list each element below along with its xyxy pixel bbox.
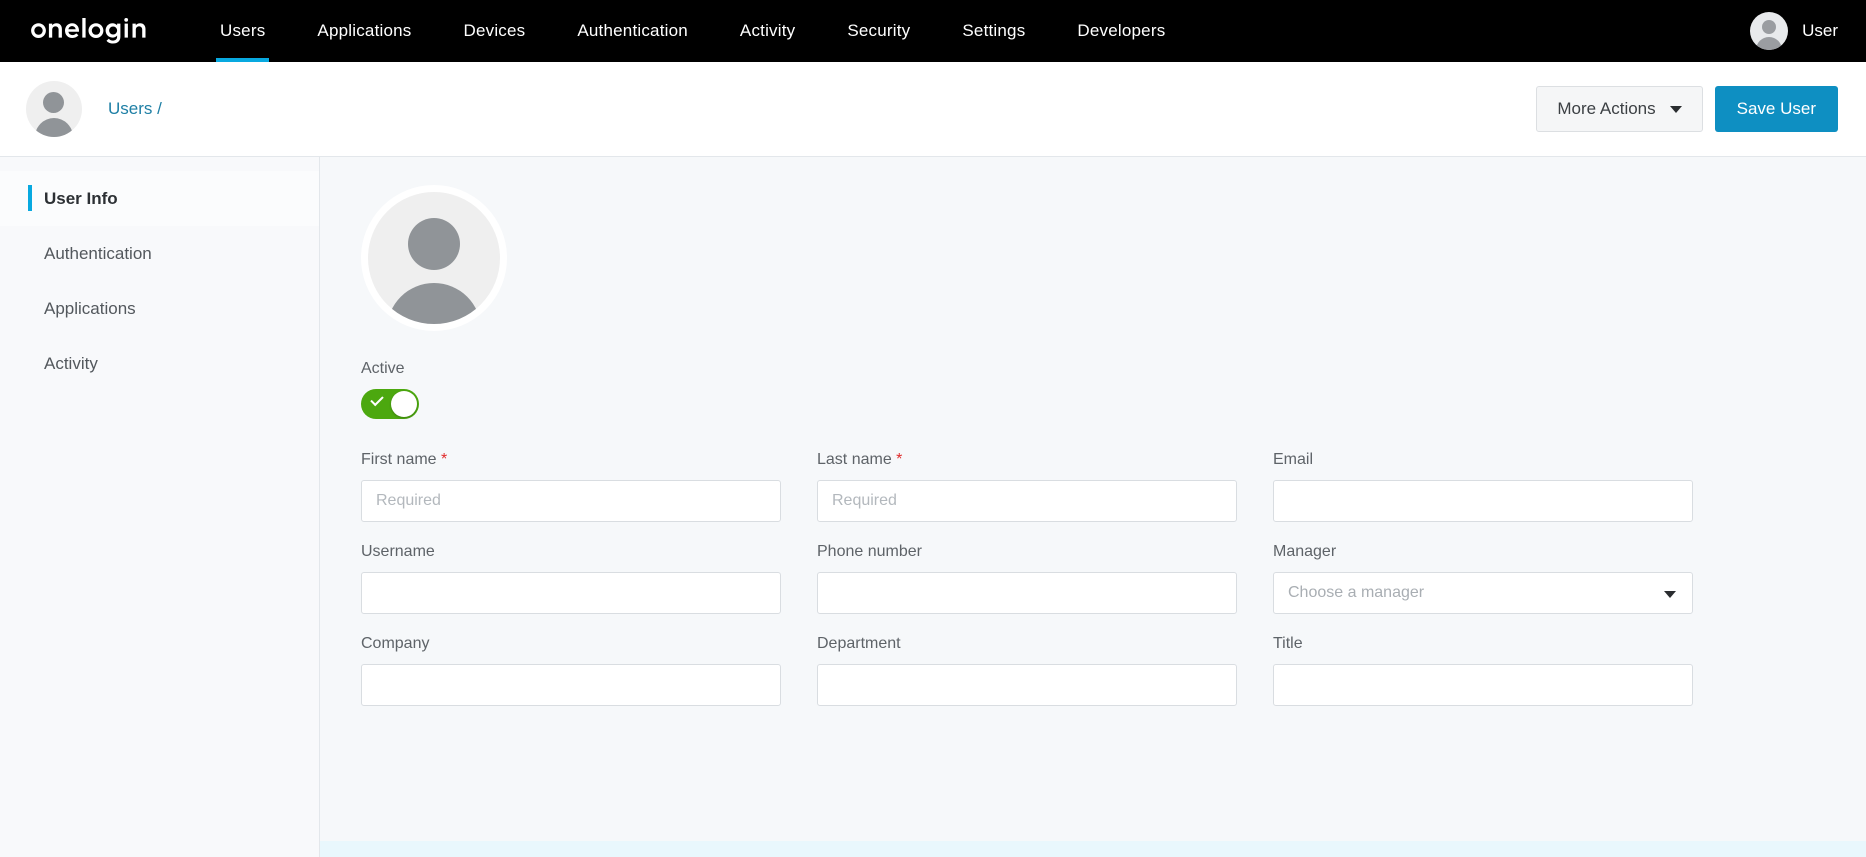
- username-input[interactable]: [361, 572, 781, 614]
- top-navigation-bar: Users Applications Devices Authenticatio…: [0, 0, 1866, 62]
- field-username: Username: [361, 543, 781, 614]
- phone-number-input[interactable]: [817, 572, 1237, 614]
- profile-fields-grid: First name * Last name * Email Username …: [361, 451, 1701, 706]
- active-status-block: Active: [361, 360, 1866, 419]
- department-label: Department: [817, 635, 901, 652]
- nav-item-devices[interactable]: Devices: [437, 0, 551, 62]
- email-label: Email: [1273, 451, 1314, 468]
- last-name-label: Last name *: [817, 451, 1237, 469]
- nav-item-applications[interactable]: Applications: [291, 0, 437, 62]
- avatar-body: [35, 118, 73, 137]
- nav-item-label: Settings: [962, 21, 1026, 40]
- field-title: Title: [1273, 635, 1693, 706]
- page-body: User Info Authentication Applications Ac…: [0, 157, 1866, 857]
- page-subheader: Users / More Actions Save User: [0, 62, 1866, 157]
- profile-avatar-small-icon: [26, 81, 82, 137]
- header-actions: More Actions Save User: [1536, 86, 1838, 132]
- sidebar-item-authentication[interactable]: Authentication: [0, 226, 319, 281]
- save-user-button[interactable]: Save User: [1714, 86, 1838, 132]
- user-info-form: Active First name * Last name * Email: [320, 157, 1866, 857]
- field-first-name: First name *: [361, 451, 781, 522]
- field-last-name: Last name *: [817, 451, 1237, 522]
- sidebar-item-label: User Info: [44, 188, 118, 208]
- label-text: First name: [361, 451, 437, 468]
- nav-item-developers[interactable]: Developers: [1051, 0, 1191, 62]
- email-input[interactable]: [1273, 480, 1693, 522]
- nav-item-label: Activity: [739, 21, 796, 40]
- phone-number-label: Phone number: [817, 543, 922, 560]
- nav-item-label: Devices: [463, 21, 526, 40]
- nav-user-label: User: [1802, 21, 1838, 40]
- manager-select[interactable]: Choose a manager: [1273, 572, 1693, 614]
- user-avatar-icon: [1750, 12, 1789, 50]
- username-label: Username: [361, 543, 435, 560]
- nav-item-activity[interactable]: Activity: [714, 0, 821, 62]
- manager-label: Manager: [1273, 543, 1337, 560]
- avatar-body: [387, 283, 481, 324]
- primary-nav-items: Users Applications Devices Authenticatio…: [194, 0, 1191, 62]
- sidebar-item-label: Activity: [44, 353, 98, 373]
- company-input[interactable]: [361, 664, 781, 706]
- avatar-head: [408, 218, 460, 270]
- check-icon: [370, 392, 384, 407]
- user-detail-sidebar: User Info Authentication Applications Ac…: [0, 157, 320, 857]
- nav-item-label: Security: [847, 21, 911, 40]
- required-asterisk: *: [436, 451, 448, 468]
- onelogin-logo[interactable]: [0, 0, 194, 62]
- avatar-head: [1762, 20, 1777, 34]
- bottom-accent-band: [320, 841, 1866, 857]
- onelogin-wordmark-icon: [31, 18, 146, 44]
- more-actions-label: More Actions: [1557, 99, 1656, 118]
- sidebar-item-user-info[interactable]: User Info: [0, 171, 319, 226]
- nav-item-authentication[interactable]: Authentication: [551, 0, 714, 62]
- sidebar-item-label: Authentication: [44, 243, 152, 263]
- title-input[interactable]: [1273, 664, 1693, 706]
- label-text: Last name: [817, 451, 892, 468]
- first-name-input[interactable]: [361, 480, 781, 522]
- nav-item-label: Applications: [317, 21, 412, 40]
- manager-select-value: Choose a manager: [1288, 584, 1425, 601]
- first-name-label: First name *: [361, 451, 781, 469]
- department-input[interactable]: [817, 664, 1237, 706]
- avatar-head: [43, 92, 64, 113]
- last-name-input[interactable]: [817, 480, 1237, 522]
- nav-item-label: Authentication: [577, 21, 688, 40]
- field-email: Email: [1273, 451, 1693, 522]
- field-manager: Manager Choose a manager: [1273, 543, 1693, 614]
- chevron-down-icon: [1664, 591, 1676, 598]
- sidebar-item-label: Applications: [44, 298, 136, 318]
- toggle-knob: [391, 391, 417, 417]
- company-label: Company: [361, 635, 430, 652]
- chevron-down-icon: [1669, 105, 1682, 113]
- nav-item-users[interactable]: Users: [194, 0, 291, 62]
- active-label: Active: [361, 360, 405, 377]
- nav-item-label: Users: [220, 21, 266, 40]
- field-phone-number: Phone number: [817, 543, 1237, 614]
- more-actions-button[interactable]: More Actions: [1536, 86, 1703, 132]
- nav-item-settings[interactable]: Settings: [936, 0, 1051, 62]
- nav-user-menu[interactable]: User: [1750, 0, 1866, 62]
- field-department: Department: [817, 635, 1237, 706]
- nav-item-label: Developers: [1077, 21, 1166, 40]
- field-company: Company: [361, 635, 781, 706]
- required-asterisk: *: [891, 451, 903, 468]
- title-label: Title: [1273, 635, 1303, 652]
- active-toggle[interactable]: [361, 389, 419, 419]
- profile-avatar-large[interactable]: [361, 185, 507, 331]
- avatar-body: [1756, 37, 1783, 50]
- sidebar-item-activity[interactable]: Activity: [0, 336, 319, 391]
- nav-item-security[interactable]: Security: [821, 0, 936, 62]
- breadcrumb[interactable]: Users /: [108, 99, 162, 119]
- sidebar-item-applications[interactable]: Applications: [0, 281, 319, 336]
